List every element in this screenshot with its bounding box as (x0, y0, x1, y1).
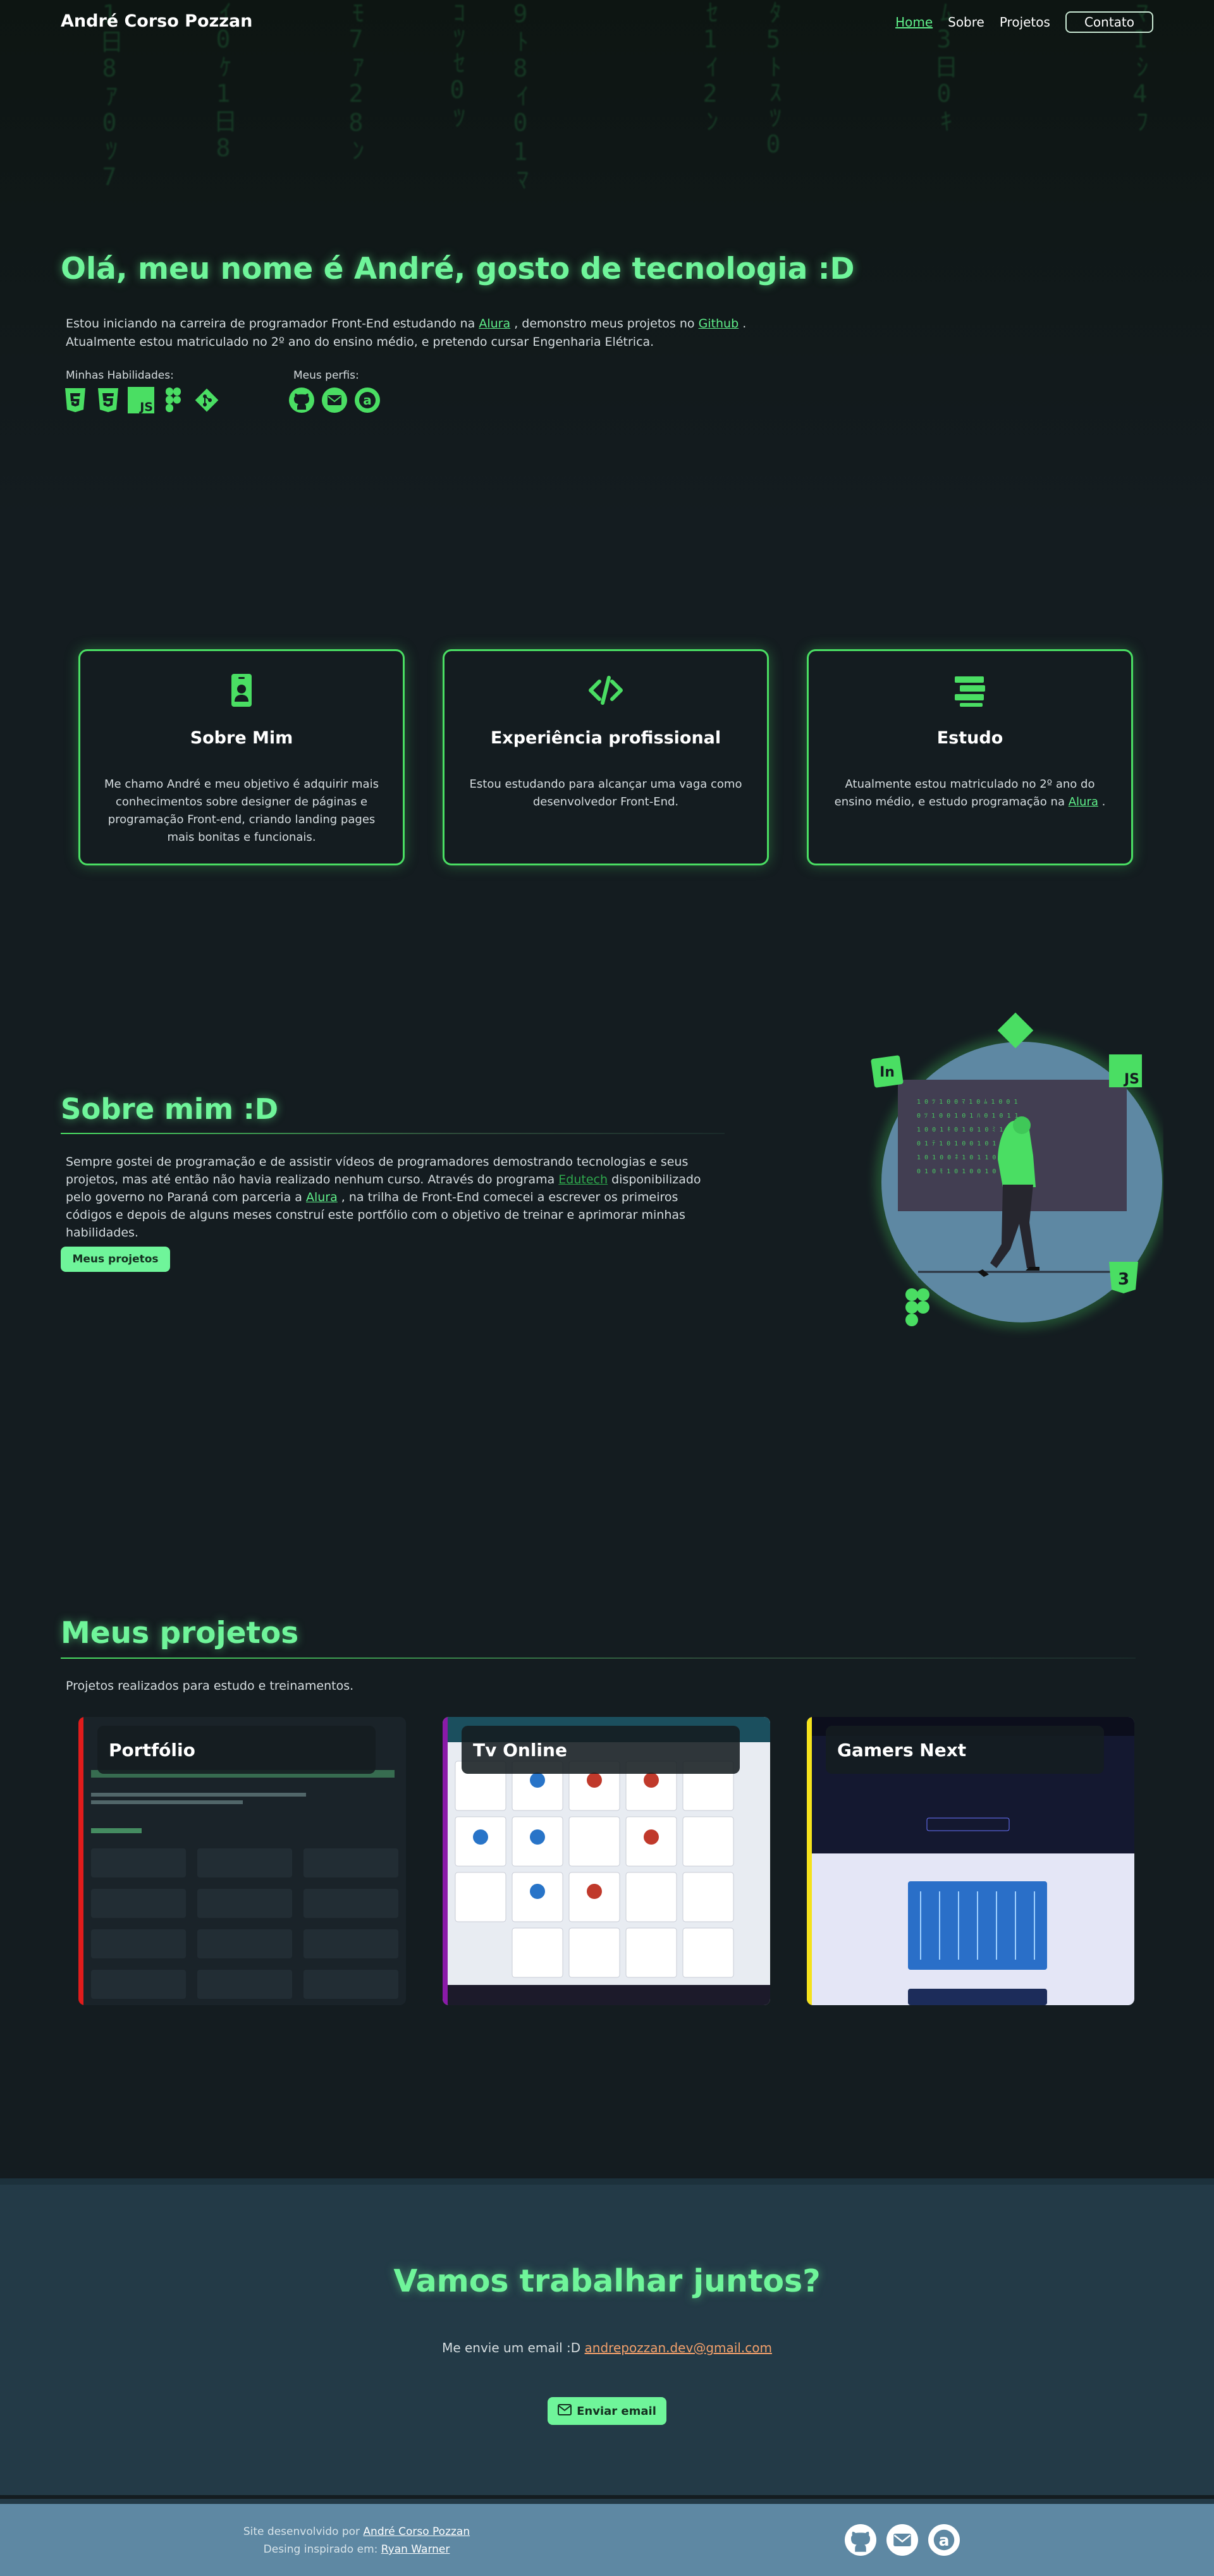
nav-link-home[interactable]: Home (895, 15, 933, 30)
github-icon[interactable] (845, 2524, 876, 2558)
card-title: Experiência profissional (490, 728, 721, 748)
github-icon[interactable] (288, 387, 315, 413)
svg-text:3: 3 (1118, 1270, 1129, 1289)
alura-link[interactable]: Alura (306, 1190, 338, 1204)
svg-text:In: In (880, 1065, 895, 1080)
figma-icon (161, 387, 187, 413)
contact-section: Vamos trabalhar juntos? Me envie um emai… (0, 2178, 1214, 2495)
project-card-tv-online[interactable]: Tv Online (443, 1717, 770, 2005)
hero-section: 1日8ｱ0ﾂ7 ｲ0ｹ1日8 ﾓ7ｱ28ﾝ ｺﾂｾ0ﾂ 9ﾄ8ｲ01ﾏ ｾ1ｲ2… (0, 0, 1214, 531)
project-title: Gamers Next (826, 1726, 1104, 1774)
my-projects-button[interactable]: Meus projetos (61, 1247, 170, 1272)
alura-link[interactable]: Alura (479, 317, 510, 331)
project-card-gamers-next[interactable]: Gamers Next (807, 1717, 1134, 2005)
contact-title: Vamos trabalhar juntos? (393, 2263, 821, 2299)
send-email-label: Enviar email (577, 2404, 656, 2418)
skills-label: Minhas Habilidades: (66, 369, 174, 382)
footer: Site desenvolvido por André Corso Pozzan… (0, 2499, 1214, 2576)
project-title: Tv Online (462, 1726, 740, 1774)
project-title: Portfólio (97, 1726, 376, 1774)
envelope-icon (558, 2403, 572, 2419)
project-color-bar (807, 1717, 812, 2005)
svg-text:a: a (939, 2531, 950, 2549)
card-sobre-mim: Sobre Mim Me chamo André e meu objetivo … (78, 649, 405, 865)
about-text: Sempre gostei de programação e de assist… (66, 1155, 701, 1240)
svg-text:JS: JS (138, 400, 153, 413)
profiles-label: Meus perfis: (293, 369, 359, 382)
card-text: Atualmente estou matriculado no 2º ano d… (834, 778, 1106, 809)
css3-icon (95, 387, 121, 413)
svg-text:0 ﾂ 1 0 0 1 0 1 ﾊ 0 1 0 1 1: 0 ﾂ 1 0 0 1 0 1 ﾊ 0 1 0 1 1 (917, 1113, 1019, 1120)
skills-icons: JS (62, 387, 220, 413)
card-estudo: Estudo Atualmente estou matriculado no 2… (807, 649, 1133, 865)
project-color-bar (78, 1717, 83, 2005)
projects-divider (61, 1657, 1136, 1659)
about-divider (61, 1133, 725, 1134)
contact-text: Me envie um email :D andrepozzan.dev@gma… (442, 2340, 772, 2355)
alura-icon[interactable]: a (354, 387, 381, 413)
hero-title: Olá, meu nome é André, gosto de tecnolog… (61, 252, 855, 286)
contact-button[interactable]: Contato (1065, 11, 1153, 33)
edutech-link[interactable]: Edutech (558, 1173, 608, 1187)
inspiration-link[interactable]: Ryan Warner (381, 2543, 450, 2556)
svg-text:1 0 0 1 ｷ 0 1 0 1 0 ﾐ 1 0 0: 1 0 0 1 ｷ 0 1 0 1 0 ﾐ 1 0 0 (917, 1126, 1019, 1133)
projects-subtitle: Projetos realizados para estudo e treina… (66, 1679, 354, 1693)
nav-link-projetos[interactable]: Projetos (1000, 15, 1050, 30)
javascript-icon: JS (128, 387, 154, 413)
about-illustration: 1 0 ﾂ 1 0 0 ﾏ 1 0 ﾑ 1 0 0 1 0 ﾂ 1 0 0 1 … (866, 1009, 1168, 1350)
projects-title: Meus projetos (61, 1616, 299, 1651)
svg-text:a: a (363, 393, 372, 408)
footer-icons: a (845, 2524, 960, 2558)
svg-text:1 0 ﾂ 1 0 0 ﾏ 1 0 ﾑ 1 0 0 1: 1 0 ﾂ 1 0 0 ﾏ 1 0 ﾑ 1 0 0 1 (917, 1099, 1018, 1106)
nav-link-sobre[interactable]: Sobre (948, 15, 984, 30)
brand-name[interactable]: André Corso Pozzan (61, 11, 252, 31)
send-email-button[interactable]: Enviar email (548, 2397, 666, 2425)
card-text: Me chamo André e meu objetivo é adquirir… (104, 778, 379, 844)
footer-credits: Site desenvolvido por André Corso Pozzan (243, 2525, 470, 2538)
hero-text: Estou iniciando na carreira de programad… (66, 317, 747, 349)
author-link[interactable]: André Corso Pozzan (363, 2525, 470, 2538)
github-link[interactable]: Github (699, 317, 739, 331)
study-icon (951, 671, 989, 709)
code-icon (587, 671, 625, 709)
card-title: Sobre Mim (190, 728, 293, 748)
card-experiencia: Experiência profissional Estou estudando… (443, 649, 769, 865)
project-card-portfolio[interactable]: Portfólio (78, 1717, 406, 2005)
nav-links: Home Sobre Projetos Contato (895, 11, 1153, 33)
card-title: Estudo (936, 728, 1003, 748)
email-icon[interactable] (321, 387, 348, 413)
card-text: Estou estudando para alcançar uma vaga c… (469, 778, 742, 809)
svg-text:JS: JS (1123, 1071, 1139, 1087)
email-icon[interactable] (886, 2524, 918, 2558)
alura-link[interactable]: Alura (1069, 795, 1098, 809)
html5-icon (62, 387, 89, 413)
id-badge-icon (223, 671, 261, 709)
navbar: André Corso Pozzan Home Sobre Projetos C… (0, 0, 1214, 44)
profile-icons: a (288, 387, 381, 413)
email-link[interactable]: andrepozzan.dev@gmail.com (585, 2340, 772, 2355)
project-color-bar (443, 1717, 448, 2005)
about-title: Sobre mim :D (61, 1092, 279, 1126)
footer-inspiration: Desing inspirado em: Ryan Warner (263, 2543, 450, 2556)
alura-icon[interactable]: a (928, 2524, 960, 2558)
git-icon (193, 387, 220, 413)
